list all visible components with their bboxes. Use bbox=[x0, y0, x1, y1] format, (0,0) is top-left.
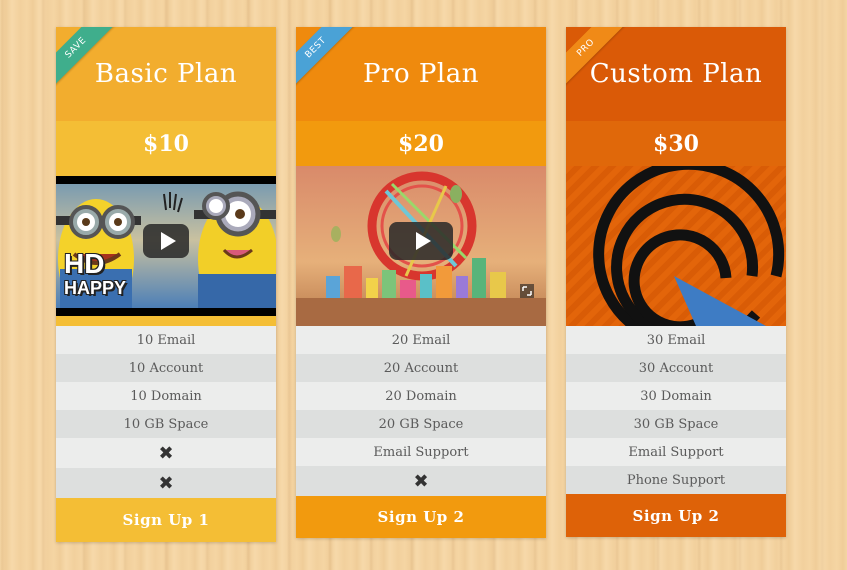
plan-price: $30 bbox=[566, 121, 786, 166]
plan-price: $20 bbox=[296, 121, 546, 166]
hd-happy-label: HD HAPPY bbox=[64, 248, 127, 298]
feature-row: 10 Account bbox=[56, 354, 276, 382]
feature-row: 30 Email bbox=[566, 326, 786, 354]
target-graphic bbox=[566, 166, 786, 326]
plan-title: Custom Plan bbox=[589, 59, 763, 89]
feature-row: 30 Account bbox=[566, 354, 786, 382]
feature-row: 30 Domain bbox=[566, 382, 786, 410]
excluded-cross-icon: ✖ bbox=[56, 468, 276, 498]
plan-header: PRO Custom Plan bbox=[566, 27, 786, 121]
signup-button[interactable]: Sign Up 2 bbox=[566, 494, 786, 537]
feature-row: 10 Email bbox=[56, 326, 276, 354]
ribbon-badge: BEST bbox=[296, 27, 360, 92]
excluded-cross-icon: ✖ bbox=[296, 466, 546, 496]
feature-row: 20 Domain bbox=[296, 382, 546, 410]
plan-header: SAVE Basic Plan bbox=[56, 27, 276, 121]
pricing-card-basic: SAVE Basic Plan $10 HD HAPPY 10 Email 10… bbox=[56, 27, 276, 542]
feature-row: 20 Email bbox=[296, 326, 546, 354]
video-thumbnail[interactable]: HD HAPPY bbox=[56, 166, 276, 326]
plan-title: Basic Plan bbox=[94, 59, 238, 89]
target-arrow-icon bbox=[593, 166, 785, 326]
feature-row: 20 GB Space bbox=[296, 410, 546, 438]
feature-row: 30 GB Space bbox=[566, 410, 786, 438]
plan-header: BEST Pro Plan bbox=[296, 27, 546, 121]
plan-title: Pro Plan bbox=[363, 59, 479, 89]
signup-button[interactable]: Sign Up 1 bbox=[56, 498, 276, 542]
plan-price: $10 bbox=[56, 121, 276, 166]
feature-row: Email Support bbox=[296, 438, 546, 466]
play-button-icon[interactable] bbox=[389, 222, 453, 260]
play-button-icon[interactable] bbox=[143, 224, 189, 258]
feature-row: 20 Account bbox=[296, 354, 546, 382]
excluded-cross-icon: ✖ bbox=[56, 438, 276, 468]
signup-button[interactable]: Sign Up 2 bbox=[296, 496, 546, 538]
feature-row: 10 GB Space bbox=[56, 410, 276, 438]
feature-row: Email Support bbox=[566, 438, 786, 466]
feature-row: Phone Support bbox=[566, 466, 786, 494]
pricing-card-custom: PRO Custom Plan $30 30 Email 30 Account … bbox=[566, 27, 786, 537]
feature-row: 10 Domain bbox=[56, 382, 276, 410]
video-thumbnail[interactable] bbox=[296, 166, 546, 326]
pricing-card-pro: BEST Pro Plan $20 20 Email 20 Account 20… bbox=[296, 27, 546, 538]
